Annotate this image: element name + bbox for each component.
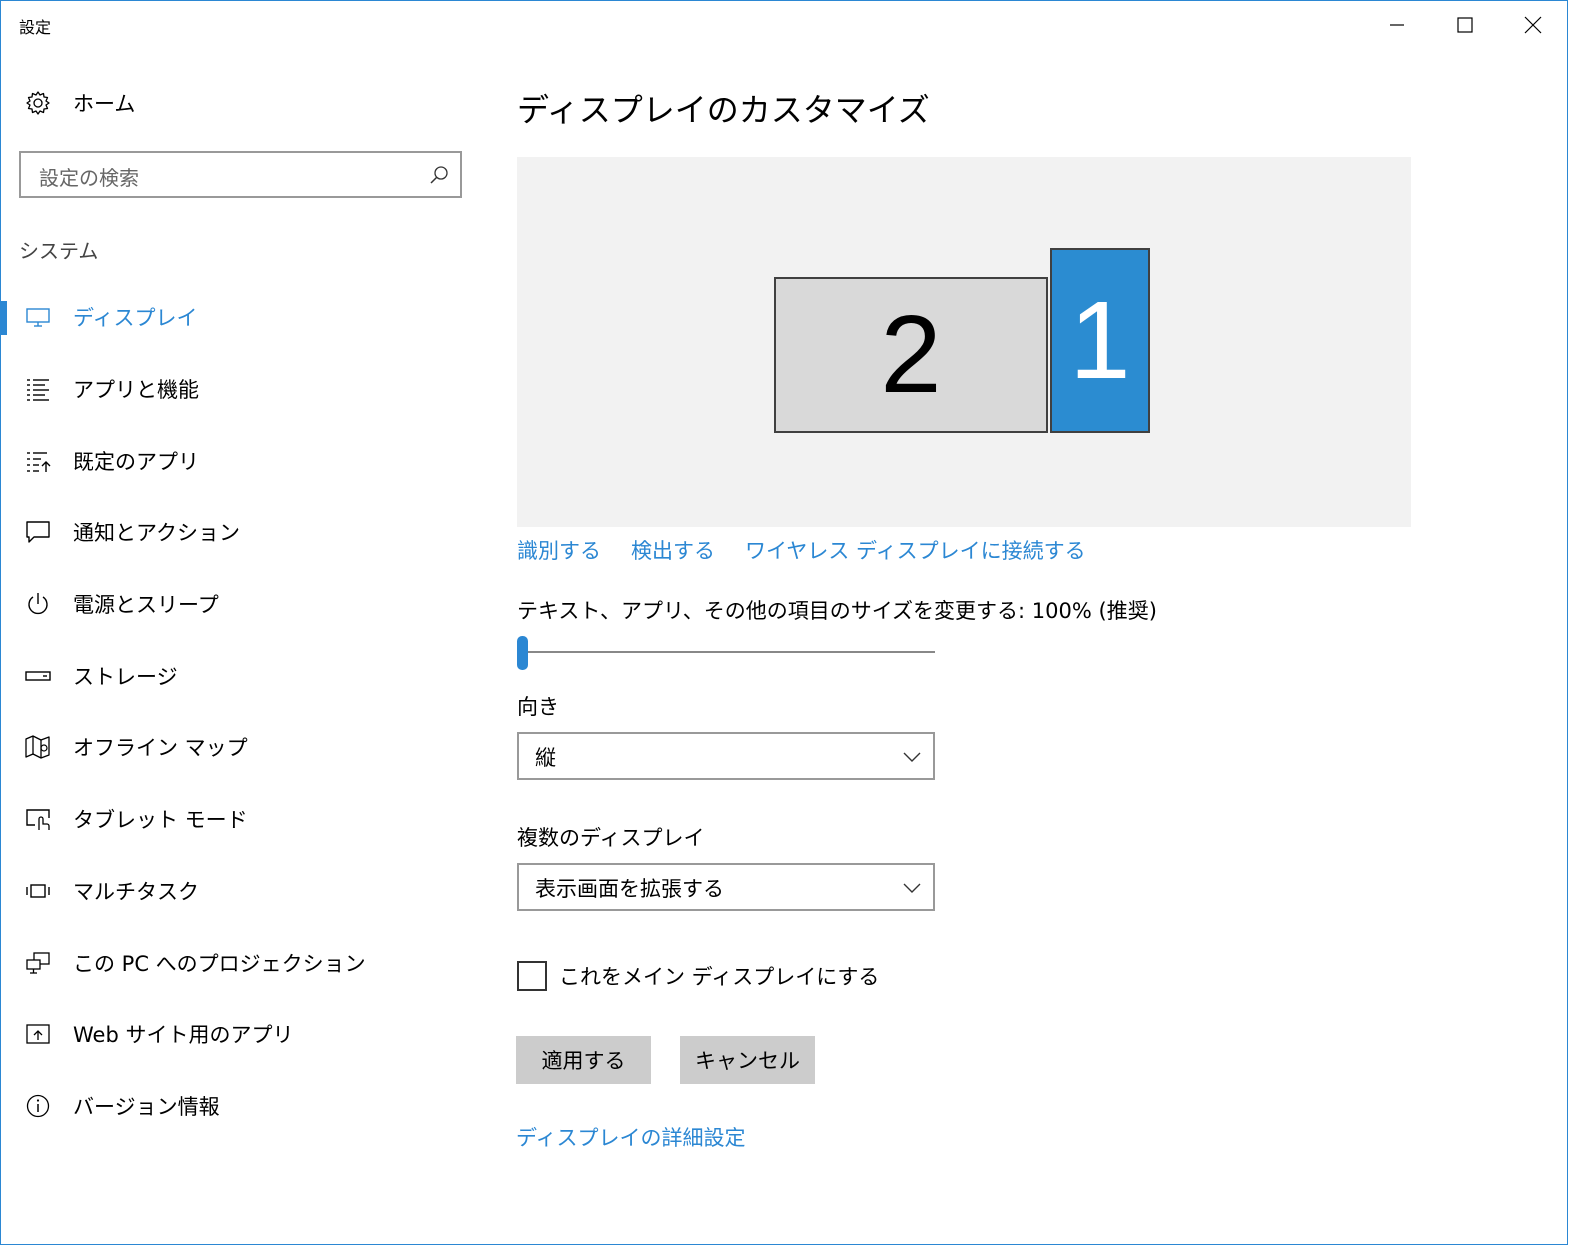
sidebar-item-label: 通知とアクション	[73, 521, 240, 545]
sidebar-item-default-apps[interactable]: 既定のアプリ	[1, 431, 481, 491]
slider-thumb[interactable]	[517, 636, 528, 670]
maximize-icon	[1457, 17, 1473, 33]
orientation-label: 向き	[517, 695, 559, 719]
chevron-down-icon	[903, 879, 921, 897]
wireless-display-link[interactable]: ワイヤレス ディスプレイに接続する	[745, 535, 1086, 565]
sidebar-item-label: タブレット モード	[73, 808, 248, 832]
sidebar-item-about[interactable]: バージョン情報	[1, 1076, 481, 1136]
monitor-1-tile[interactable]: 1	[1050, 248, 1150, 433]
map-icon	[25, 734, 51, 760]
notification-icon	[25, 519, 51, 545]
advanced-display-settings-link[interactable]: ディスプレイの詳細設定	[516, 1122, 746, 1152]
maximize-button[interactable]	[1431, 1, 1499, 49]
cancel-button[interactable]: キャンセル	[680, 1036, 815, 1084]
monitor-2-tile[interactable]: 2	[774, 277, 1048, 433]
monitor-2-number: 2	[880, 293, 942, 416]
monitor-1-number: 1	[1069, 278, 1131, 402]
sidebar-item-label: Web サイト用のアプリ	[73, 1023, 294, 1047]
settings-window: 設定 ホーム 設定の検索 システム ディスプレイ アプリと機能 既定のアプリ 通…	[0, 0, 1568, 1245]
sidebar-item-apps[interactable]: アプリと機能	[1, 359, 481, 419]
search-placeholder: 設定の検索	[39, 166, 139, 190]
sidebar-item-label: この PC へのプロジェクション	[73, 952, 366, 976]
power-icon	[25, 591, 51, 617]
scale-slider[interactable]	[517, 634, 935, 670]
minimize-icon	[1390, 24, 1404, 26]
sidebar-item-tablet-mode[interactable]: タブレット モード	[1, 789, 481, 849]
multiple-displays-value: 表示画面を拡張する	[535, 877, 724, 901]
main-display-checkbox-row[interactable]: これをメイン ディスプレイにする	[517, 959, 879, 993]
close-icon	[1524, 16, 1542, 34]
window-title: 設定	[19, 18, 52, 37]
display-arrangement-preview: 2 1	[517, 157, 1411, 527]
scale-label: テキスト、アプリ、その他の項目のサイズを変更する: 100% (推奨)	[517, 599, 1157, 623]
sidebar-item-label: アプリと機能	[73, 378, 199, 402]
home-label: ホーム	[73, 92, 136, 116]
sidebar-item-label: オフライン マップ	[73, 736, 248, 760]
orientation-dropdown[interactable]: 縦	[517, 732, 935, 780]
sidebar-item-notifications[interactable]: 通知とアクション	[1, 502, 481, 562]
multiple-displays-label: 複数のディスプレイ	[517, 826, 705, 850]
detect-link[interactable]: 検出する	[631, 535, 715, 565]
apply-button[interactable]: 適用する	[516, 1036, 651, 1084]
sidebar-item-label: マルチタスク	[73, 880, 199, 904]
title-bar: 設定	[1, 1, 1567, 49]
tablet-mode-icon	[25, 806, 51, 832]
sidebar-item-web-apps[interactable]: Web サイト用のアプリ	[1, 1004, 481, 1064]
sidebar-item-label: ディスプレイ	[73, 306, 198, 330]
monitor-icon	[25, 304, 51, 330]
sidebar-item-storage[interactable]: ストレージ	[1, 646, 481, 706]
web-apps-icon	[25, 1021, 51, 1047]
sidebar-item-projection[interactable]: この PC へのプロジェクション	[1, 933, 481, 993]
multitask-icon	[25, 878, 51, 904]
home-link[interactable]: ホーム	[1, 79, 481, 127]
search-input[interactable]: 設定の検索	[19, 151, 462, 198]
active-indicator	[1, 301, 7, 335]
default-apps-icon	[25, 448, 51, 474]
gear-icon	[25, 90, 51, 116]
chevron-down-icon	[903, 748, 921, 766]
info-icon	[25, 1093, 51, 1119]
search-icon	[428, 164, 450, 186]
section-title: システム	[19, 239, 99, 263]
minimize-button[interactable]	[1363, 1, 1431, 49]
sidebar-item-label: ストレージ	[73, 665, 178, 689]
apps-list-icon	[25, 376, 51, 402]
main-content: ディスプレイのカスタマイズ 2 1 識別する 検出する ワイヤレス ディスプレイ…	[481, 49, 1569, 1245]
sidebar-item-multitasking[interactable]: マルチタスク	[1, 861, 481, 921]
multiple-displays-dropdown[interactable]: 表示画面を拡張する	[517, 863, 935, 911]
sidebar-item-label: バージョン情報	[73, 1095, 220, 1119]
orientation-value: 縦	[535, 746, 556, 770]
identify-link[interactable]: 識別する	[517, 535, 601, 565]
sidebar-item-label: 既定のアプリ	[73, 450, 199, 474]
sidebar-item-display[interactable]: ディスプレイ	[1, 287, 481, 347]
close-button[interactable]	[1499, 1, 1567, 49]
sidebar: ホーム 設定の検索 システム ディスプレイ アプリと機能 既定のアプリ 通知とア…	[1, 49, 481, 1245]
storage-icon	[25, 663, 51, 689]
slider-track	[517, 651, 935, 653]
sidebar-item-offline-maps[interactable]: オフライン マップ	[1, 717, 481, 777]
main-display-checkbox-label: これをメイン ディスプレイにする	[559, 965, 880, 989]
main-display-checkbox[interactable]	[517, 961, 547, 991]
sidebar-item-power[interactable]: 電源とスリープ	[1, 574, 481, 634]
projection-icon	[25, 950, 51, 976]
sidebar-item-label: 電源とスリープ	[73, 593, 219, 617]
display-actions: 識別する 検出する ワイヤレス ディスプレイに接続する	[517, 535, 1086, 565]
page-title: ディスプレイのカスタマイズ	[517, 91, 930, 129]
